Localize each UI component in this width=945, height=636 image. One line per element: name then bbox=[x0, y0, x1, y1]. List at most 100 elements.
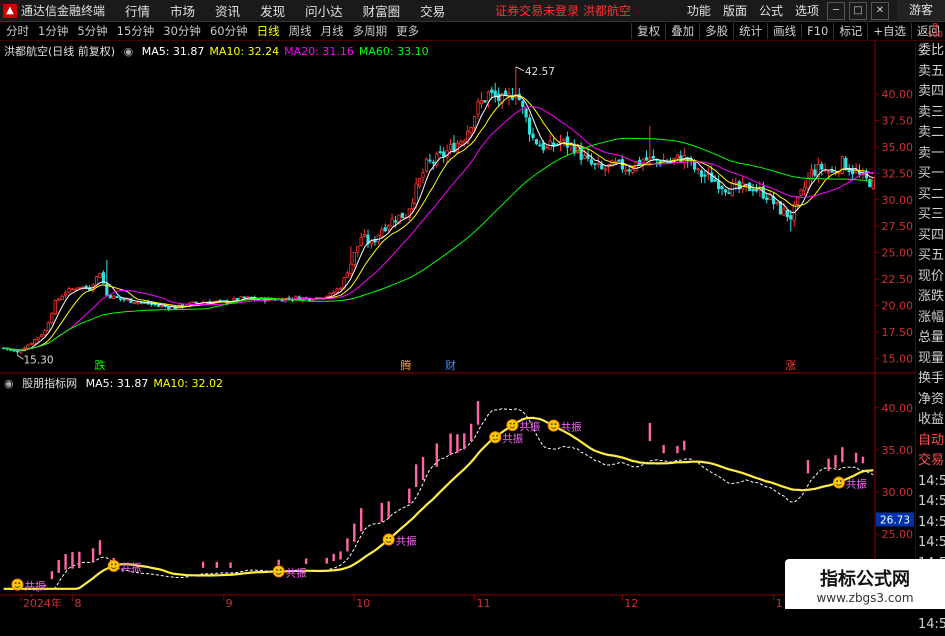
side-item-8[interactable]: 买三 bbox=[916, 205, 945, 226]
period-tab-6[interactable]: 日线 bbox=[257, 23, 280, 39]
candle-body-127 bbox=[439, 152, 441, 153]
xtick-label-3: 10 bbox=[356, 597, 370, 609]
menu-item-3[interactable]: 发现 bbox=[260, 1, 285, 20]
xtick-label-5: 12 bbox=[624, 597, 638, 609]
side-item-6[interactable]: 买一 bbox=[916, 164, 945, 185]
sub-bar-118 bbox=[408, 489, 410, 504]
menu-right-item-3[interactable]: 选项 bbox=[795, 2, 819, 19]
toolbar-button-2[interactable]: 多股 bbox=[699, 23, 733, 39]
menu-right-item-0[interactable]: 功能 bbox=[687, 2, 711, 19]
side-item-20[interactable]: 交易 bbox=[916, 451, 945, 472]
stock-chart[interactable]: 15.0017.5020.0022.5025.0027.5030.0032.50… bbox=[0, 41, 915, 609]
candle-body-11 bbox=[40, 335, 42, 337]
period-tab-3[interactable]: 15分钟 bbox=[117, 23, 155, 39]
side-item-12[interactable]: 涨跌 bbox=[916, 287, 945, 308]
xtick-label-0: 2024年 bbox=[23, 596, 62, 609]
toolbar-button-6[interactable]: 标记 bbox=[833, 23, 867, 39]
side-item-16[interactable]: 换手 bbox=[916, 369, 945, 390]
side-item-19[interactable]: 自动 bbox=[916, 431, 945, 452]
guest-user[interactable]: 游客 bbox=[897, 0, 945, 21]
candle-body-234 bbox=[807, 178, 809, 188]
period-tab-10[interactable]: 更多 bbox=[396, 23, 419, 39]
side-item-17[interactable]: 净资 bbox=[916, 390, 945, 411]
side-item-3[interactable]: 卖三 bbox=[916, 103, 945, 124]
signal-eye-l-0 bbox=[15, 582, 17, 584]
sub-bar-28 bbox=[99, 540, 101, 555]
side-item-23[interactable]: 14:56 bbox=[916, 513, 945, 534]
toolbar-button-1[interactable]: 叠加 bbox=[665, 23, 699, 39]
side-item-9[interactable]: 买四 bbox=[916, 226, 945, 247]
side-item-10[interactable]: 买五 bbox=[916, 246, 945, 267]
candle-body-204 bbox=[704, 175, 706, 176]
candle-body-121 bbox=[418, 179, 420, 186]
candle-body-184 bbox=[635, 162, 637, 171]
side-item-21[interactable]: 14:56 bbox=[916, 472, 945, 493]
side-item-24[interactable]: 14:56 bbox=[916, 533, 945, 554]
period-tab-1[interactable]: 1分钟 bbox=[38, 23, 68, 39]
candle-body-36 bbox=[126, 299, 128, 300]
candle-body-139 bbox=[480, 101, 482, 104]
menu-item-1[interactable]: 市场 bbox=[170, 1, 195, 20]
sub-bar-22 bbox=[78, 552, 80, 568]
period-tab-8[interactable]: 月线 bbox=[321, 23, 344, 39]
menu-item-2[interactable]: 资讯 bbox=[215, 1, 240, 20]
side-item-7[interactable]: 买二 bbox=[916, 185, 945, 206]
side-item-0[interactable]: 委比 bbox=[916, 41, 945, 62]
side-item-1[interactable]: 卖五 bbox=[916, 62, 945, 83]
side-item-5[interactable]: 卖一 bbox=[916, 144, 945, 165]
side-item-15[interactable]: 现量 bbox=[916, 349, 945, 370]
signal-icon-7 bbox=[833, 477, 844, 488]
main-legend: 洪都航空(日线 前复权) ◉ MA5: 31.87MA10: 32.24MA20… bbox=[4, 43, 439, 59]
menu-item-4[interactable]: 问小达 bbox=[305, 1, 343, 20]
side-item-14[interactable]: 总量 bbox=[916, 328, 945, 349]
candle-body-229 bbox=[790, 216, 792, 220]
signal-eye-r-2 bbox=[280, 569, 282, 571]
toolbar-button-0[interactable]: 复权 bbox=[631, 23, 665, 39]
candle-body-12 bbox=[44, 331, 46, 335]
settings-icon[interactable]: ◉ bbox=[124, 45, 134, 58]
menu-right-item-2[interactable]: 公式 bbox=[759, 2, 783, 19]
ma-label-0: MA5: 31.87 bbox=[142, 45, 205, 58]
period-tab-2[interactable]: 5分钟 bbox=[77, 23, 107, 39]
trade-login-notice[interactable]: 证券交易未登录 洪都航空 bbox=[495, 2, 631, 19]
side-item-2[interactable]: 卖四 bbox=[916, 82, 945, 103]
side-item-28[interactable]: 14:56 bbox=[916, 615, 945, 636]
candle-body-119 bbox=[412, 203, 414, 209]
menu-right-item-1[interactable]: 版面 bbox=[723, 2, 747, 19]
candle-body-111 bbox=[384, 228, 386, 231]
candle-body-20 bbox=[71, 289, 73, 290]
sub-settings-icon[interactable]: ◉ bbox=[4, 377, 14, 390]
side-item-13[interactable]: 涨幅 bbox=[916, 308, 945, 329]
side-item-22[interactable]: 14:56 bbox=[916, 492, 945, 513]
main-ytick-0: 15.00 bbox=[882, 352, 914, 365]
side-item-4[interactable]: 卖二 bbox=[916, 123, 945, 144]
sub-bar-26 bbox=[92, 548, 94, 561]
logo-icon: ▲ bbox=[3, 4, 17, 18]
candle-body-70 bbox=[243, 297, 245, 298]
sub-bar-250 bbox=[862, 457, 864, 464]
toolbar-button-7[interactable]: +自选 bbox=[867, 23, 911, 39]
menu-item-5[interactable]: 财富圈 bbox=[363, 1, 401, 20]
candle-body-116 bbox=[401, 213, 403, 218]
side-item-18[interactable]: 收益 bbox=[916, 410, 945, 431]
period-tab-0[interactable]: 分时 bbox=[6, 23, 29, 39]
sub-bar-244 bbox=[841, 447, 843, 462]
signal-label-2: 共振 bbox=[286, 566, 307, 579]
chart-area[interactable]: 15.0017.5020.0022.5025.0027.5030.0032.50… bbox=[0, 41, 915, 609]
close-icon[interactable]: ✕ bbox=[871, 2, 889, 20]
minimize-icon[interactable]: ─ bbox=[827, 2, 845, 20]
candle-body-8 bbox=[30, 344, 32, 345]
menu-item-6[interactable]: 交易 bbox=[420, 1, 445, 20]
period-tab-5[interactable]: 60分钟 bbox=[210, 23, 248, 39]
period-tab-7[interactable]: 周线 bbox=[289, 23, 312, 39]
candle-body-183 bbox=[631, 169, 633, 172]
maximize-icon[interactable]: □ bbox=[849, 2, 867, 20]
period-tab-4[interactable]: 30分钟 bbox=[163, 23, 201, 39]
period-tab-9[interactable]: 多周期 bbox=[353, 23, 388, 39]
toolbar-button-3[interactable]: 统计 bbox=[733, 23, 767, 39]
side-item-11[interactable]: 现价 bbox=[916, 267, 945, 288]
ma-label-3: MA60: 33.10 bbox=[359, 45, 429, 58]
toolbar-button-5[interactable]: F10 bbox=[801, 24, 833, 38]
menu-item-0[interactable]: 行情 bbox=[125, 1, 150, 20]
toolbar-button-4[interactable]: 画线 bbox=[767, 23, 801, 39]
